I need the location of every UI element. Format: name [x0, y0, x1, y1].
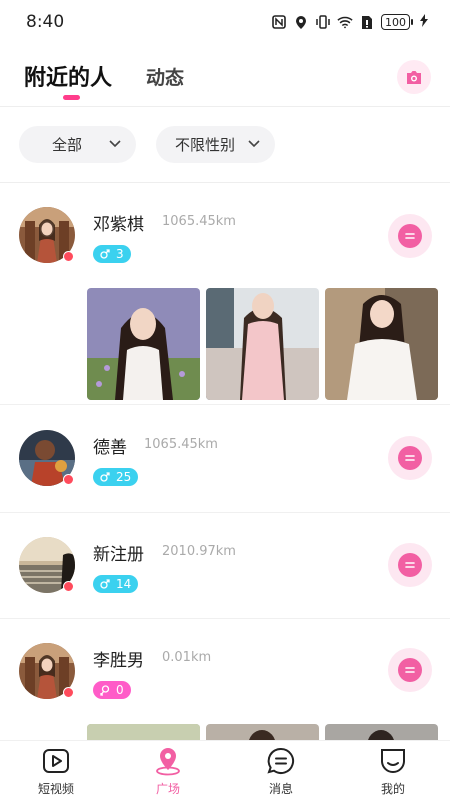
message-button[interactable] — [388, 214, 432, 258]
online-indicator — [63, 474, 74, 485]
location-icon — [293, 14, 309, 30]
status-icons: 100 — [271, 14, 428, 30]
divider — [0, 106, 450, 107]
message-button[interactable] — [388, 436, 432, 480]
gender-age-badge: 3 — [93, 245, 131, 263]
camera-button[interactable] — [397, 60, 431, 94]
male-icon — [100, 249, 110, 259]
chat-icon — [405, 562, 415, 568]
filter-bar: 全部 不限性别 — [0, 126, 450, 164]
user-distance: 0.01km — [162, 650, 212, 665]
nav-item-short-video[interactable]: 短视频 — [21, 746, 91, 797]
nav-label: 消息 — [268, 782, 293, 796]
camera-icon — [407, 70, 421, 84]
location-pin-icon — [156, 748, 180, 776]
nav-label: 广场 — [155, 782, 180, 796]
photo-strip — [87, 288, 438, 400]
tab-active-indicator — [63, 95, 80, 100]
nav-item-plaza[interactable]: 广场 — [133, 746, 203, 797]
user-name: 邓紫棋 — [93, 215, 144, 235]
badge-value: 0 — [116, 683, 124, 697]
status-bar: 8:40 100 — [0, 0, 450, 44]
chat-icon — [405, 667, 415, 673]
gender-age-badge: 0 — [93, 681, 131, 699]
nav-item-messages[interactable]: 消息 — [246, 746, 316, 797]
chevron-down-icon — [109, 140, 121, 148]
user-photo[interactable] — [206, 288, 319, 400]
filter-all-label: 全部 — [52, 136, 83, 154]
top-tabs: 附近的人 动态 — [0, 52, 450, 106]
divider — [0, 512, 450, 513]
video-icon — [43, 749, 69, 773]
vibrate-icon — [315, 14, 331, 30]
divider — [0, 618, 450, 619]
user-name: 李胜男 — [93, 651, 144, 671]
bottom-nav: 短视频 广场 消息 我的 — [0, 740, 450, 800]
divider — [0, 404, 450, 405]
female-icon — [100, 684, 110, 696]
badge-value: 25 — [116, 470, 132, 484]
user-name: 德善 — [93, 438, 127, 458]
online-indicator — [63, 687, 74, 698]
profile-icon — [381, 749, 405, 773]
battery-indicator: 100 — [381, 14, 413, 30]
message-button[interactable] — [388, 648, 432, 692]
user-distance: 2010.97km — [162, 544, 236, 559]
nfc-icon — [271, 14, 287, 30]
filter-gender-label: 不限性别 — [175, 136, 236, 154]
badge-value: 3 — [116, 247, 124, 261]
chat-icon — [405, 455, 415, 461]
divider — [0, 182, 450, 183]
user-name: 新注册 — [93, 545, 144, 565]
wifi-icon — [337, 14, 353, 30]
gender-age-badge: 25 — [93, 468, 139, 486]
filter-gender-dropdown[interactable]: 不限性别 — [156, 126, 275, 163]
male-icon — [100, 579, 110, 589]
nav-label: 短视频 — [37, 782, 74, 796]
gender-age-badge: 14 — [93, 575, 139, 593]
user-distance: 1065.45km — [162, 214, 236, 229]
sim-icon — [359, 14, 375, 30]
chat-icon — [405, 233, 415, 239]
tab-nearby[interactable]: 附近的人 — [24, 60, 112, 92]
charging-icon — [420, 14, 428, 30]
online-indicator — [63, 581, 74, 592]
message-button[interactable] — [388, 543, 432, 587]
user-photo[interactable] — [325, 288, 438, 400]
user-photo[interactable] — [87, 288, 200, 400]
filter-all-dropdown[interactable]: 全部 — [19, 126, 136, 163]
chevron-down-icon — [248, 140, 260, 148]
badge-value: 14 — [116, 577, 132, 591]
message-icon — [267, 747, 295, 774]
status-time: 8:40 — [26, 12, 65, 32]
male-icon — [100, 472, 110, 482]
tab-dynamic[interactable]: 动态 — [146, 63, 184, 90]
online-indicator — [63, 251, 74, 262]
user-distance: 1065.45km — [144, 437, 218, 452]
nav-item-profile[interactable]: 我的 — [358, 746, 428, 797]
nav-label: 我的 — [380, 782, 405, 796]
